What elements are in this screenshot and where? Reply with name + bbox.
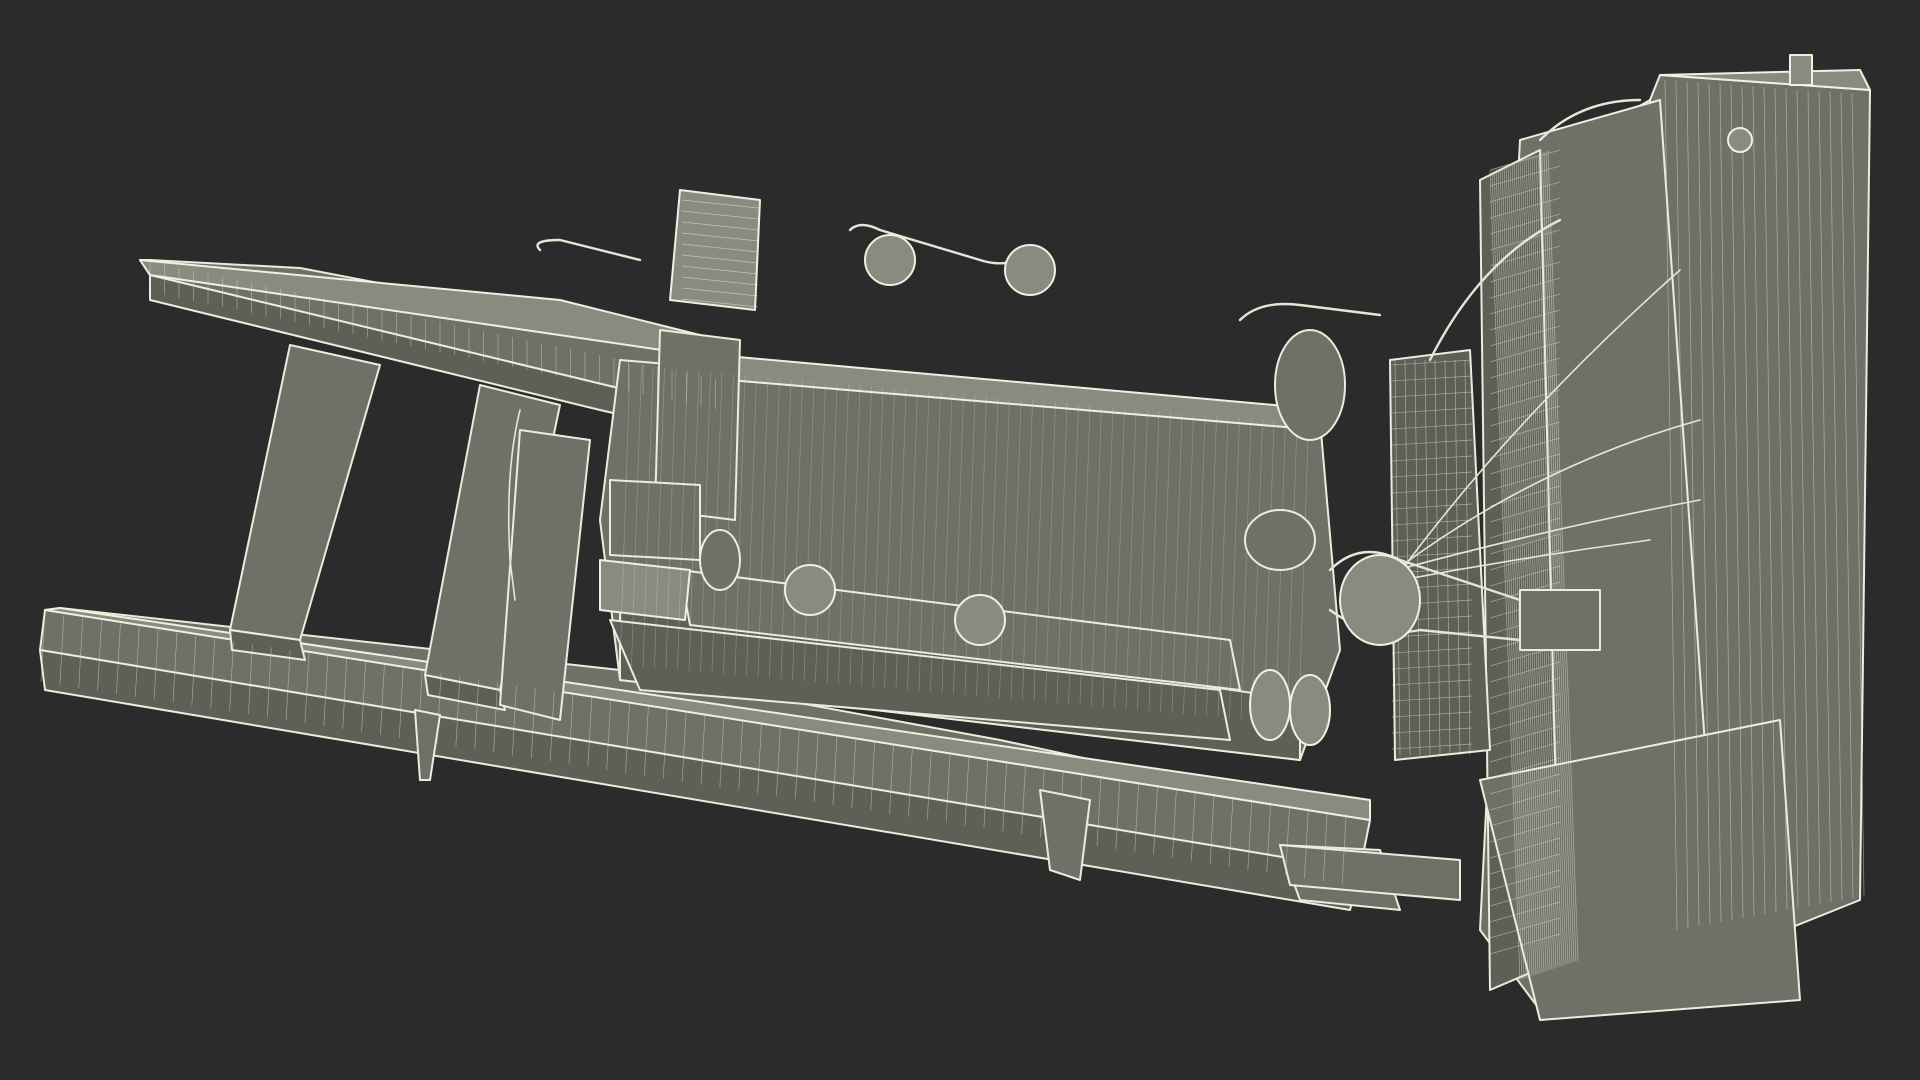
exhaust-bellows [1519,589,1601,651]
render-viewport [0,0,1920,1080]
generator-wireframe-render [39,54,1871,1021]
radiator-assembly [1389,69,1871,1021]
